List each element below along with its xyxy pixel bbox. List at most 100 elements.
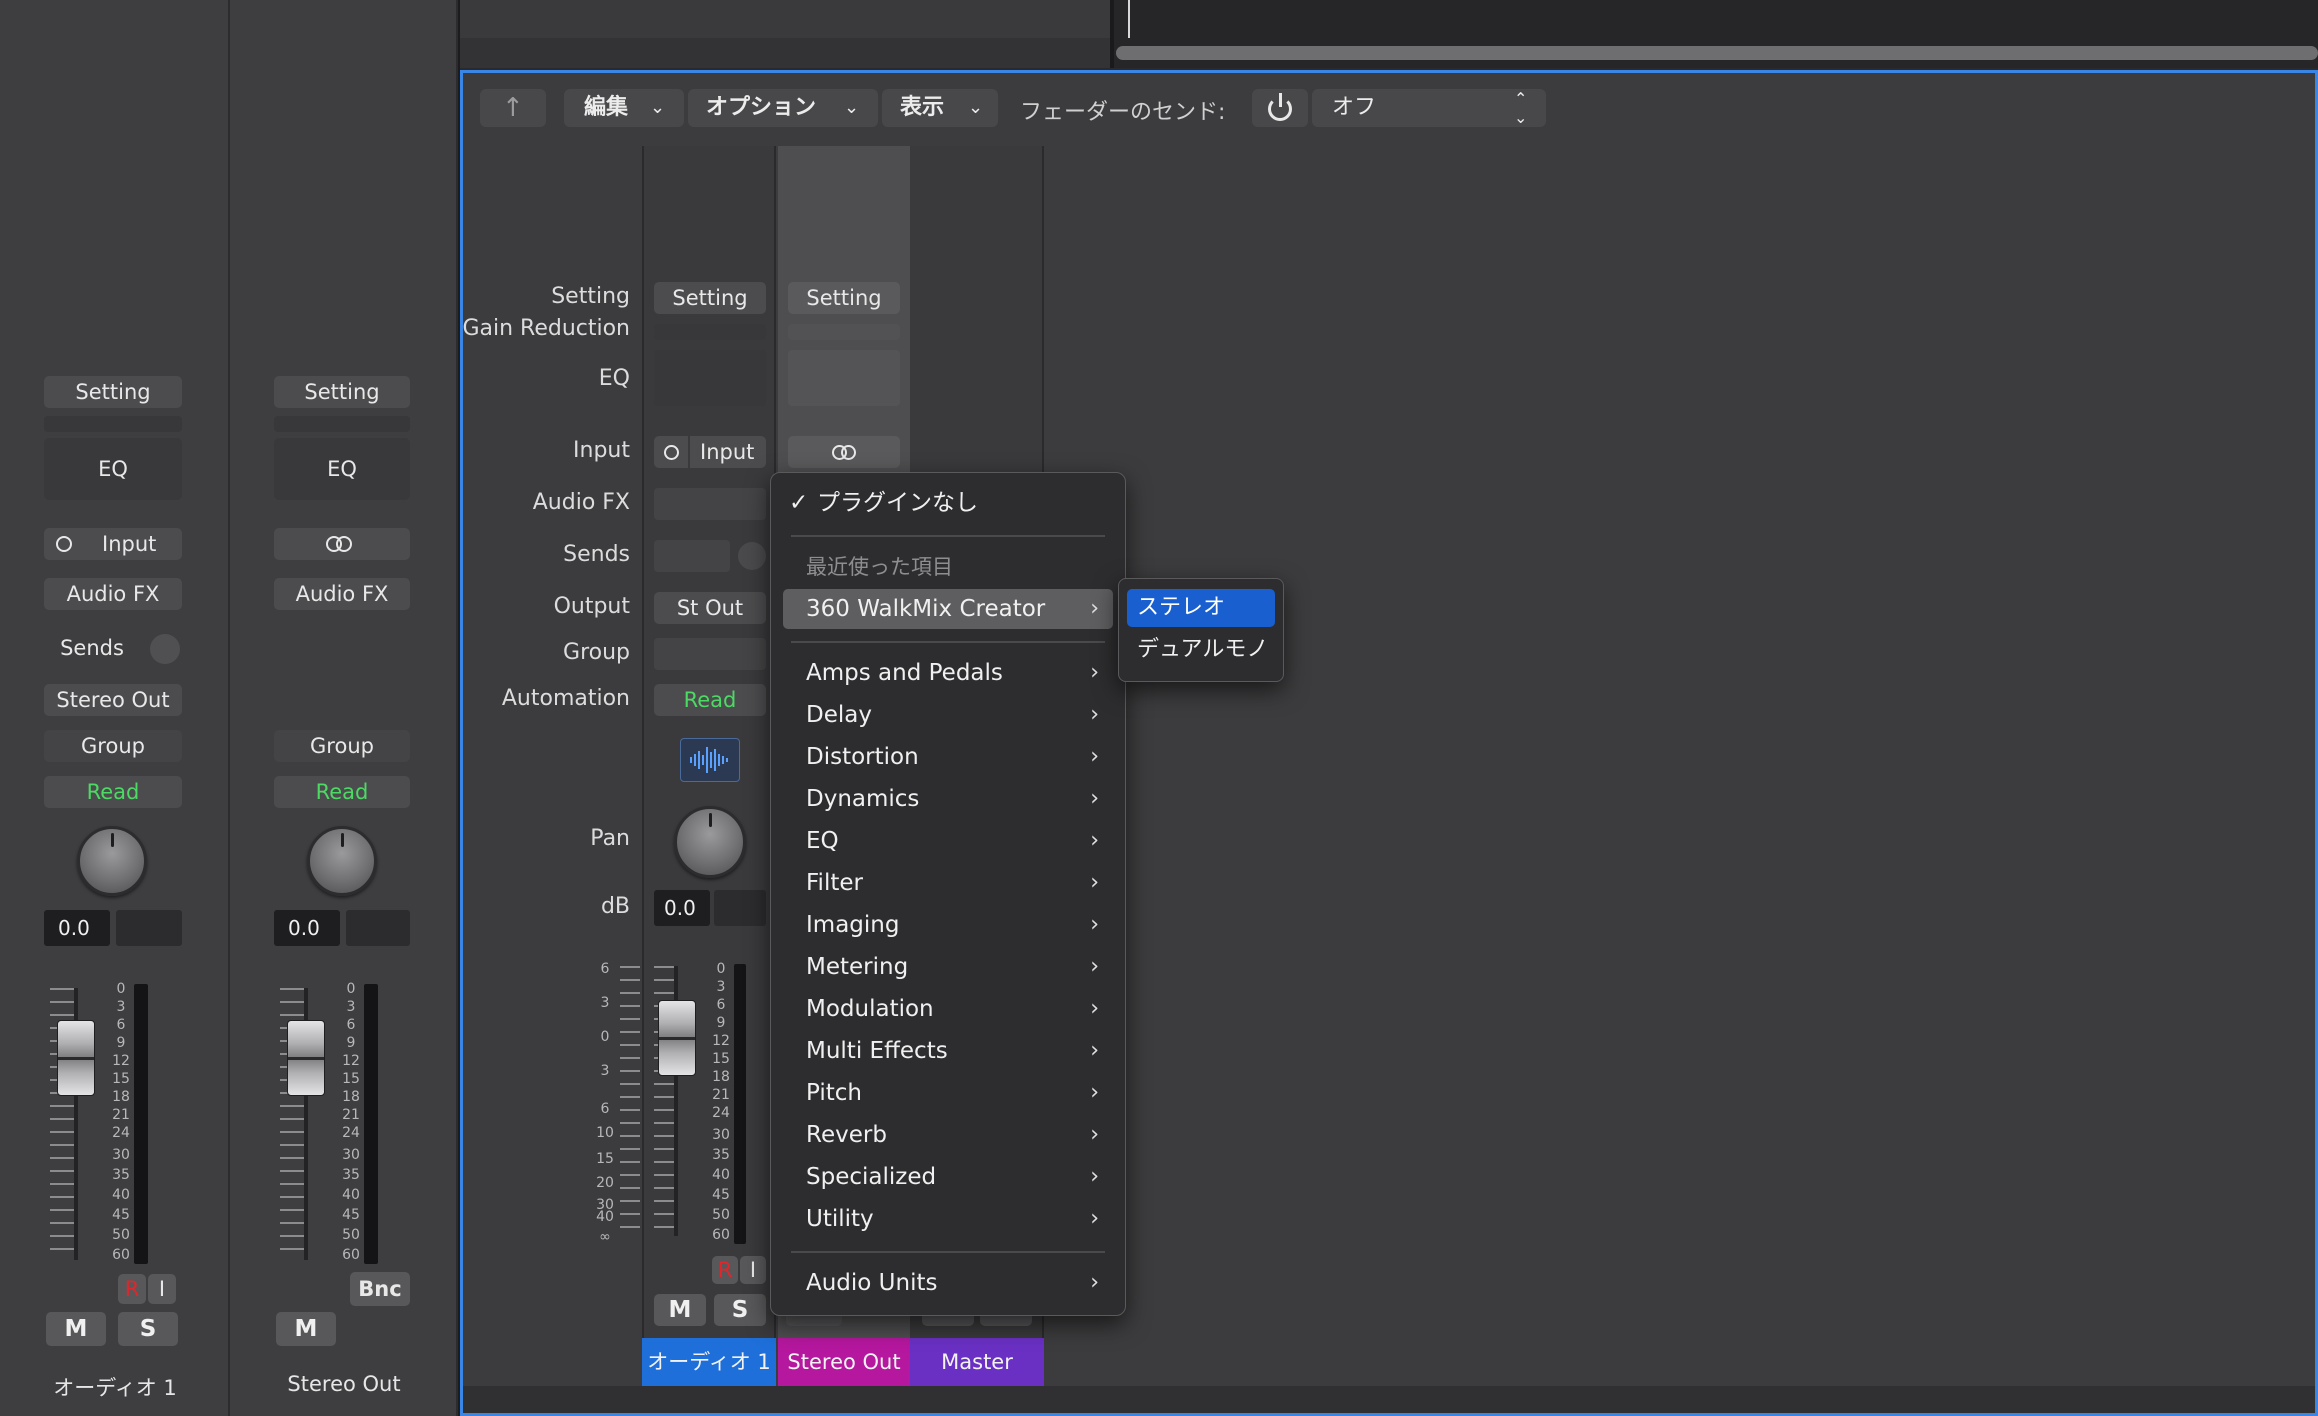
input-monitor-button[interactable]: I xyxy=(148,1274,176,1304)
send-level-knob[interactable] xyxy=(738,542,766,570)
menu-item-label: Audio Units xyxy=(806,1270,938,1296)
submenu-channel-format: ステレオ デュアルモノ xyxy=(1118,578,1284,682)
setting-button[interactable]: Setting xyxy=(274,376,410,408)
menu-item-category[interactable]: Specialized › xyxy=(783,1157,1113,1197)
menu-item-category[interactable]: Reverb › xyxy=(783,1115,1113,1155)
checkmark-icon: ✓ xyxy=(789,490,809,516)
eq-thumbnail[interactable] xyxy=(654,350,766,406)
solo-button[interactable]: S xyxy=(714,1294,766,1326)
group-slot[interactable] xyxy=(654,638,766,670)
menu-item-category[interactable]: Distortion › xyxy=(783,737,1113,777)
eq-button[interactable]: EQ xyxy=(274,438,410,500)
volume-fader[interactable] xyxy=(658,1000,696,1076)
menu-item-label: Pitch xyxy=(806,1080,862,1106)
send-level-knob[interactable] xyxy=(150,634,180,664)
mute-button[interactable]: M xyxy=(654,1294,706,1326)
eq-thumbnail-stereo-out[interactable] xyxy=(788,350,900,406)
setting-button[interactable]: Setting xyxy=(654,282,766,314)
menu-separator xyxy=(791,535,1105,537)
fader-send-select[interactable]: オフ ⌃ ⌄ xyxy=(1312,89,1546,127)
menu-item-category[interactable]: Imaging › xyxy=(783,905,1113,945)
pan-knob[interactable] xyxy=(674,806,746,878)
submenu-item-stereo[interactable]: ステレオ xyxy=(1127,589,1275,627)
setting-button[interactable]: Setting xyxy=(44,376,182,408)
automation-button[interactable]: Read xyxy=(274,776,410,808)
pan-knob[interactable] xyxy=(77,826,147,896)
audio-fx-slot[interactable]: Audio FX xyxy=(274,578,410,610)
chevron-down-icon: ⌄ xyxy=(968,97,984,118)
label-automation: Automation xyxy=(501,686,630,711)
group-button[interactable]: Group xyxy=(274,730,410,762)
audio-fx-slot[interactable] xyxy=(654,488,766,520)
volume-fader[interactable] xyxy=(287,1020,325,1096)
volume-readout[interactable]: 0.0 xyxy=(44,910,110,946)
chevron-right-icon: › xyxy=(1090,954,1099,979)
input-monitor-button[interactable]: I xyxy=(740,1256,766,1284)
mute-button[interactable]: M xyxy=(276,1312,336,1346)
label-group: Group xyxy=(563,640,630,665)
group-button[interactable]: Group xyxy=(44,730,182,762)
stereo-input-button[interactable] xyxy=(274,528,410,560)
power-icon-line xyxy=(1279,93,1282,107)
options-menu[interactable]: オプション ⌄ xyxy=(688,89,878,127)
sends-slot[interactable] xyxy=(654,540,730,572)
chevron-right-icon: › xyxy=(1090,1270,1099,1295)
menu-item-category[interactable]: Utility › xyxy=(783,1199,1113,1239)
menu-item-category[interactable]: Multi Effects › xyxy=(783,1031,1113,1071)
audio-fx-slot[interactable]: Audio FX xyxy=(44,578,182,610)
setting-button-stereo-out[interactable]: Setting xyxy=(788,282,900,314)
menu-item-category[interactable]: Delay › xyxy=(783,695,1113,735)
menu-item-label: Modulation xyxy=(806,996,934,1022)
track-name[interactable]: オーディオ 1 xyxy=(0,1372,230,1402)
label-input: Input xyxy=(573,438,630,463)
menu-item-360-walkmix-creator[interactable]: 360 WalkMix Creator › xyxy=(783,589,1113,629)
menu-item-category[interactable]: Modulation › xyxy=(783,989,1113,1029)
menu-item-label: Utility xyxy=(806,1206,874,1232)
menu-item-label: Specialized xyxy=(806,1164,937,1190)
chevron-right-icon: › xyxy=(1090,1122,1099,1147)
balance-knob[interactable] xyxy=(307,826,377,896)
input-button[interactable]: Input xyxy=(44,528,182,560)
audio-track-waveform-icon[interactable] xyxy=(680,738,740,782)
stereo-input-button[interactable] xyxy=(788,436,900,468)
automation-button[interactable]: Read xyxy=(654,684,766,716)
stereo-link-icon-2 xyxy=(841,445,856,460)
fader-send-power-button[interactable] xyxy=(1252,89,1308,127)
record-enable-button[interactable]: R xyxy=(712,1256,738,1284)
solo-button[interactable]: S xyxy=(118,1312,178,1346)
bounce-button[interactable]: Bnc xyxy=(350,1272,410,1306)
track-name-audio-1[interactable]: オーディオ 1 xyxy=(642,1338,776,1386)
mute-button[interactable]: M xyxy=(46,1312,106,1346)
menu-item-category[interactable]: Amps and Pedals › xyxy=(783,653,1113,693)
input-button[interactable]: Input xyxy=(654,436,766,468)
volume-readout[interactable]: 0.0 xyxy=(274,910,340,946)
menu-item-category[interactable]: Metering › xyxy=(783,947,1113,987)
label-db: dB xyxy=(600,894,630,919)
output-button[interactable]: St Out xyxy=(654,592,766,624)
menu-item-category[interactable]: EQ › xyxy=(783,821,1113,861)
menu-item-audio-units[interactable]: Audio Units › xyxy=(783,1263,1113,1303)
track-name-master[interactable]: Master xyxy=(910,1338,1044,1386)
chevron-right-icon: › xyxy=(1090,870,1099,895)
fader-scale: 0 3 6 9 12 15 18 21 24 30 35 40 45 50 60 xyxy=(342,981,360,1263)
menu-item-category[interactable]: Pitch › xyxy=(783,1073,1113,1113)
eq-button[interactable]: EQ xyxy=(44,438,182,500)
horizontal-scrollbar[interactable] xyxy=(1116,46,2318,60)
submenu-item-dual-mono[interactable]: デュアルモノ xyxy=(1127,631,1275,669)
output-button[interactable]: Stereo Out xyxy=(44,684,182,716)
playhead[interactable] xyxy=(1128,0,1130,38)
track-name[interactable]: Stereo Out xyxy=(230,1372,458,1396)
volume-fader[interactable] xyxy=(57,1020,95,1096)
view-menu[interactable]: 表示 ⌄ xyxy=(882,89,998,127)
sends-slot[interactable]: Sends xyxy=(44,632,140,664)
menu-item-category[interactable]: Filter › xyxy=(783,863,1113,903)
menu-item-no-plugin[interactable]: ✓ プラグインなし xyxy=(783,483,1113,523)
menu-item-category[interactable]: Dynamics › xyxy=(783,779,1113,819)
fader-send-label: フェーダーのセンド: xyxy=(1020,100,1226,125)
menu-item-label: Multi Effects xyxy=(806,1038,948,1064)
volume-readout[interactable]: 0.0 xyxy=(654,890,710,926)
track-name-stereo-out[interactable]: Stereo Out xyxy=(778,1338,910,1386)
record-enable-button[interactable]: R xyxy=(118,1274,146,1304)
automation-button[interactable]: Read xyxy=(44,776,182,808)
channel-strip-stereo-out: Setting EQ Audio FX Group Read 0.0 03691… xyxy=(230,0,458,1416)
